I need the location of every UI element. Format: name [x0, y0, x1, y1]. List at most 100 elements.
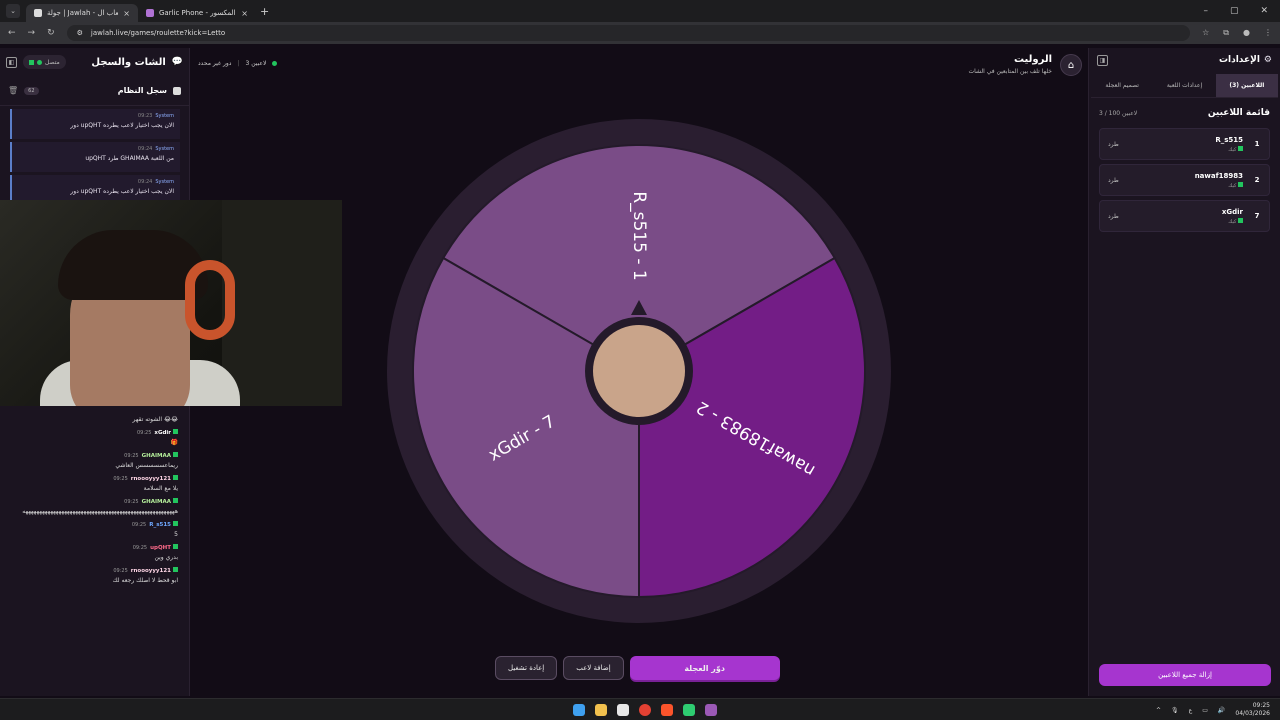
player-info: R_s515 كيك: [1215, 136, 1243, 153]
chat-message: 09:25 rnoooyyy121 ابو قحط لا اصلك رجعه لك: [0, 564, 190, 587]
garlic-favicon-icon: [146, 9, 154, 17]
message-text: ابو قحط لا اصلك رجعه لك: [112, 577, 178, 584]
tab-wheel-design[interactable]: تصميم العجلة: [1091, 74, 1153, 97]
kick-button[interactable]: طرد: [1108, 213, 1119, 220]
message-time: 09:25: [131, 522, 147, 528]
wheel-center-avatar: [593, 325, 685, 417]
message-time: 09:25: [113, 476, 128, 482]
home-icon: ⌂: [1067, 59, 1075, 71]
online-dot-icon: [272, 61, 278, 66]
store-icon[interactable]: [617, 703, 629, 716]
chevron-up-icon[interactable]: ^: [1156, 707, 1161, 714]
message-time: 09:24: [137, 146, 153, 152]
site-info-icon[interactable]: ⚙: [77, 29, 83, 37]
kick-icon: [173, 452, 178, 457]
spin-wheel-button[interactable]: دوّر العجلة: [629, 656, 780, 680]
collapse-panel-icon[interactable]: ◧: [6, 56, 17, 68]
extensions-icon[interactable]: ⧉: [1223, 28, 1229, 38]
url-input[interactable]: ⚙ jawlah.live/games/roulette?kick=Letto: [66, 25, 1191, 41]
app-icon[interactable]: [705, 703, 717, 716]
bookmark-star-icon[interactable]: ☆: [1202, 28, 1209, 38]
add-player-button[interactable]: إضافة لاعب: [563, 656, 624, 680]
message-time: 09:25: [124, 453, 139, 459]
tab-garlic-phone[interactable]: Garlic Phone - الهاتف المكسور - ×: [138, 4, 256, 22]
windows-start-icon[interactable]: [573, 703, 585, 716]
restart-button[interactable]: إعادة تشغيل: [495, 656, 558, 680]
player-card: طرد xGdir كيك 7: [1099, 200, 1270, 232]
home-button[interactable]: ⌂: [1060, 54, 1082, 76]
close-window-icon[interactable]: ✕: [1260, 6, 1268, 16]
minimize-icon[interactable]: –: [1203, 6, 1208, 16]
platform-label: كيك: [1228, 182, 1237, 189]
system-log-header[interactable]: 🗑 62 سجل النظام: [0, 76, 189, 106]
jawlah-favicon-icon: [34, 9, 42, 17]
address-bar: ← → ↻ ⚙ jawlah.live/games/roulette?kick=…: [0, 22, 1280, 44]
chrome-icon[interactable]: [639, 703, 651, 716]
back-icon[interactable]: ←: [8, 28, 16, 38]
kick-icon: [173, 498, 178, 503]
webcam-headset: [185, 260, 235, 340]
volume-icon[interactable]: 🔊: [1218, 707, 1225, 714]
message-user[interactable]: xGdir: [154, 430, 171, 436]
settings-title: الإعدادات: [1218, 55, 1260, 65]
system-log-label: سجل النظام: [117, 86, 167, 95]
player-name: nawaf18983: [1194, 171, 1243, 180]
brave-icon[interactable]: [661, 703, 673, 716]
roulette-wheel[interactable]: R_s515 - 1 nawaf18983 - 2 xGdir - 7: [386, 118, 892, 624]
kick-button[interactable]: طرد: [1108, 141, 1119, 148]
game-subtitle: خلها تلف بين المتابعين في الشات: [968, 68, 1052, 75]
chat-message: 09:25 rnoooyyy121 يلا مع السلامة: [0, 472, 190, 495]
file-explorer-icon[interactable]: [595, 703, 607, 716]
message-time: 09:23: [137, 113, 153, 119]
message-time: 09:25: [124, 499, 139, 505]
trash-icon[interactable]: 🗑: [8, 86, 18, 95]
message-user[interactable]: GHAIMAA: [142, 453, 171, 459]
kick-icon: [1238, 145, 1243, 151]
close-icon[interactable]: ×: [241, 9, 248, 18]
game-header: دور غير محدد | 3 لاعبين الروليت خلها تلف…: [190, 48, 1088, 84]
connection-status-badge: متصل: [23, 55, 66, 69]
message-user[interactable]: rnoooyyy121: [131, 568, 171, 574]
new-tab-button[interactable]: +: [260, 5, 269, 18]
tab-game-settings[interactable]: إعدادات اللعبة: [1153, 74, 1215, 97]
players-list-title: قائمة اللاعبين: [1207, 108, 1270, 118]
close-icon[interactable]: ×: [123, 9, 130, 18]
kick-button[interactable]: طرد: [1108, 177, 1119, 184]
tab-players[interactable]: اللاعبين (3): [1215, 74, 1278, 97]
maximize-icon[interactable]: ▢: [1230, 6, 1239, 16]
tab-label: جولة | Jawlah - منصة الألعاب ال...: [47, 9, 119, 17]
forward-icon[interactable]: →: [28, 28, 36, 38]
game-title: الروليت: [1013, 54, 1052, 65]
clock-date: 04/03/2026: [1235, 710, 1270, 717]
profile-avatar[interactable]: ●: [1243, 28, 1250, 38]
separator: |: [237, 60, 240, 67]
app-icon[interactable]: [683, 703, 695, 716]
clock[interactable]: 09:25 04/03/2026: [1235, 702, 1270, 718]
player-platform: كيك: [1195, 181, 1243, 189]
player-info: nawaf18983 كيك: [1195, 172, 1243, 189]
connection-status-text: متصل: [45, 58, 60, 66]
reload-icon[interactable]: ↻: [47, 28, 55, 38]
language-indicator[interactable]: ع: [1189, 707, 1193, 714]
tab-search-icon[interactable]: ⌄: [6, 4, 20, 18]
mic-icon[interactable]: 🎙: [1171, 707, 1179, 714]
kick-icon: [29, 59, 34, 65]
menu-icon[interactable]: ⋮: [1264, 28, 1272, 38]
settings-header: ◨ الإعدادات ⚙: [1089, 48, 1280, 72]
remove-all-players-button[interactable]: إزالة جميع اللاعبين: [1099, 664, 1271, 686]
collapse-panel-icon[interactable]: ◨: [1097, 54, 1108, 66]
webcam-background: [222, 200, 342, 406]
players-label: 3 لاعبين: [245, 60, 267, 67]
tab-jawlah[interactable]: جولة | Jawlah - منصة الألعاب ال... ×: [26, 4, 138, 22]
player-number: 7: [1254, 212, 1260, 220]
chat-message: الشوته تقهر 😂😂: [0, 410, 190, 426]
online-dot-icon: [37, 59, 42, 65]
message-user[interactable]: upQHT: [150, 545, 171, 551]
kick-icon: [173, 475, 178, 480]
message-user[interactable]: R_s515: [149, 522, 171, 528]
network-icon[interactable]: ▭: [1202, 707, 1208, 714]
message-user[interactable]: GHAIMAA: [142, 499, 171, 505]
message-time: 09:25: [132, 545, 148, 551]
chat-message: 09:25 R_s515 5: [0, 518, 190, 541]
message-user[interactable]: rnoooyyy121: [131, 476, 171, 482]
